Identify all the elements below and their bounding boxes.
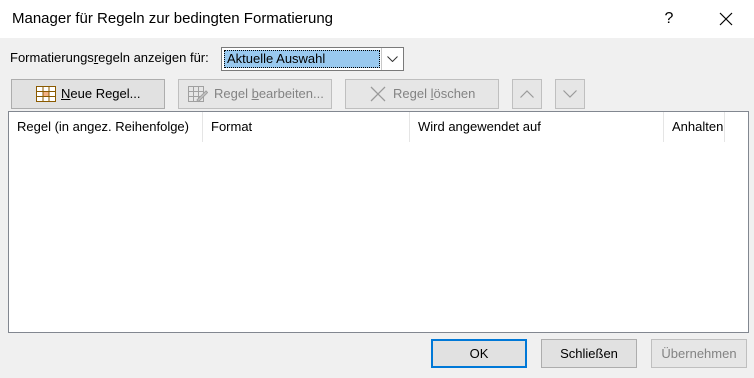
column-header-rule[interactable]: Regel (in angez. Reihenfolge) bbox=[9, 112, 203, 142]
move-down-button[interactable] bbox=[555, 79, 585, 109]
chevron-down-icon bbox=[563, 90, 577, 98]
new-rule-icon bbox=[36, 86, 56, 102]
filter-label-suffix: egeln anzeigen für: bbox=[98, 50, 209, 65]
new-rule-button[interactable]: Neue Regel... bbox=[11, 79, 165, 109]
filter-label: Formatierungsregeln anzeigen für: bbox=[10, 50, 209, 65]
apply-button[interactable]: Übernehmen bbox=[651, 339, 747, 368]
column-header-stop[interactable]: Anhalten bbox=[664, 112, 725, 142]
delete-rule-label: Regel löschen bbox=[393, 86, 476, 101]
chevron-up-icon bbox=[520, 90, 534, 98]
close-button[interactable] bbox=[703, 4, 749, 34]
delete-rule-button[interactable]: Regel löschen bbox=[345, 79, 499, 109]
chevron-down-icon bbox=[387, 56, 398, 62]
dropdown-arrow[interactable] bbox=[381, 48, 403, 70]
edit-rule-icon bbox=[188, 86, 208, 103]
scope-dropdown-value: Aktuelle Auswahl bbox=[224, 50, 380, 68]
help-button[interactable]: ? bbox=[650, 4, 688, 34]
rules-table[interactable]: Regel (in angez. Reihenfolge) Format Wir… bbox=[8, 111, 749, 333]
column-header-applies-to[interactable]: Wird angewendet auf bbox=[410, 112, 664, 142]
filter-label-prefix: Formatierungs bbox=[10, 50, 94, 65]
new-rule-label: Neue Regel... bbox=[61, 86, 141, 101]
ok-button[interactable]: OK bbox=[431, 339, 527, 368]
delete-x-icon bbox=[370, 86, 386, 102]
close-icon bbox=[719, 12, 733, 26]
close-dialog-button[interactable]: Schließen bbox=[541, 339, 637, 368]
edit-rule-label: Regel bearbeiten... bbox=[214, 86, 324, 101]
window-title: Manager für Regeln zur bedingten Formati… bbox=[12, 10, 334, 27]
edit-rule-button[interactable]: Regel bearbeiten... bbox=[178, 79, 332, 109]
move-up-button[interactable] bbox=[512, 79, 542, 109]
scope-dropdown[interactable]: Aktuelle Auswahl bbox=[221, 47, 404, 71]
title-bar: Manager für Regeln zur bedingten Formati… bbox=[0, 0, 754, 38]
column-header-format[interactable]: Format bbox=[203, 112, 410, 142]
